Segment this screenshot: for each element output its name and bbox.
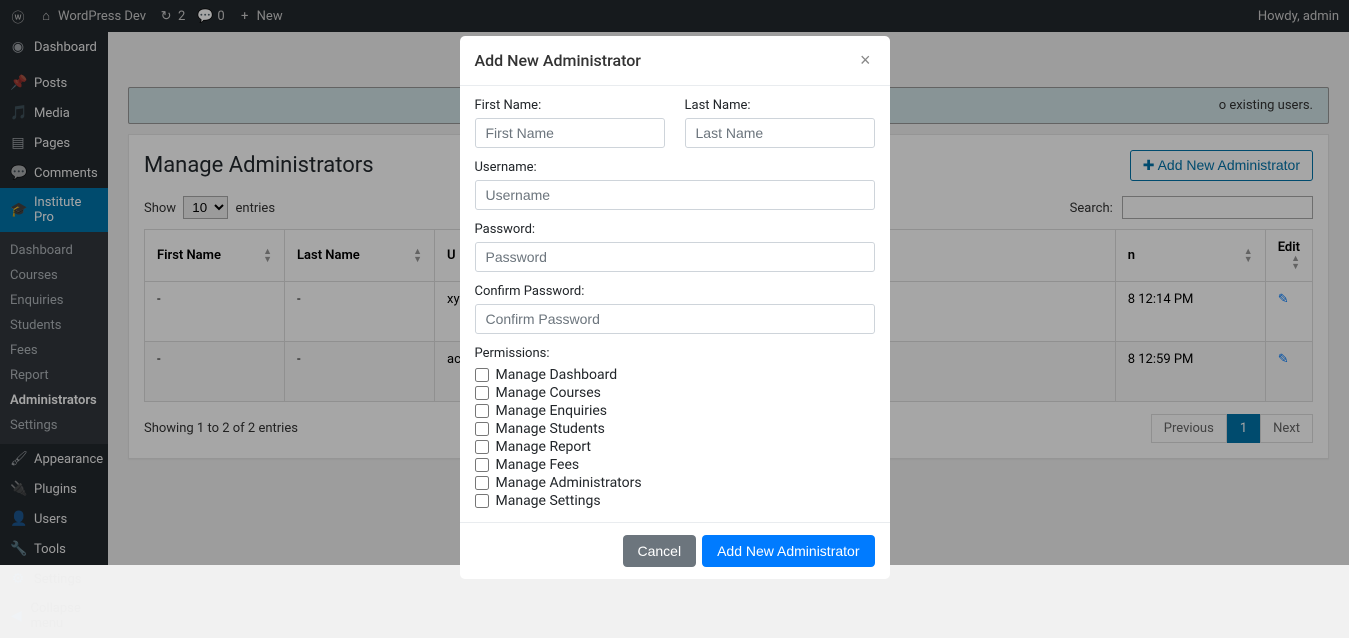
perm-students-checkbox[interactable] xyxy=(475,422,489,436)
close-button[interactable]: × xyxy=(856,50,875,71)
password-input[interactable] xyxy=(475,242,875,272)
perm-enquiries-checkbox[interactable] xyxy=(475,404,489,418)
perm-fees-checkbox[interactable] xyxy=(475,458,489,472)
modal-overlay[interactable]: Add New Administrator × First Name: Last… xyxy=(0,0,1349,565)
add-admin-modal: Add New Administrator × First Name: Last… xyxy=(460,36,890,579)
last-name-label: Last Name: xyxy=(685,98,875,113)
modal-title: Add New Administrator xyxy=(475,51,641,70)
menu-collapse[interactable]: ◀Collapse menu xyxy=(0,594,108,638)
username-input[interactable] xyxy=(475,180,875,210)
perm-dashboard-checkbox[interactable] xyxy=(475,368,489,382)
confirm-password-label: Confirm Password: xyxy=(475,284,875,299)
collapse-icon: ◀ xyxy=(10,608,23,624)
menu-settings[interactable]: ⚙Settings xyxy=(0,564,108,594)
cancel-button[interactable]: Cancel xyxy=(623,535,697,567)
last-name-input[interactable] xyxy=(685,118,875,148)
perm-settings-checkbox[interactable] xyxy=(475,494,489,508)
permissions-label: Permissions: xyxy=(475,346,875,361)
submit-add-admin-button[interactable]: Add New Administrator xyxy=(702,535,874,567)
perm-courses-checkbox[interactable] xyxy=(475,386,489,400)
gear-icon: ⚙ xyxy=(10,571,26,587)
perm-report-checkbox[interactable] xyxy=(475,440,489,454)
username-label: Username: xyxy=(475,160,875,175)
first-name-input[interactable] xyxy=(475,118,665,148)
confirm-password-input[interactable] xyxy=(475,304,875,334)
first-name-label: First Name: xyxy=(475,98,665,113)
perm-administrators-checkbox[interactable] xyxy=(475,476,489,490)
password-label: Password: xyxy=(475,222,875,237)
close-icon: × xyxy=(860,50,871,70)
